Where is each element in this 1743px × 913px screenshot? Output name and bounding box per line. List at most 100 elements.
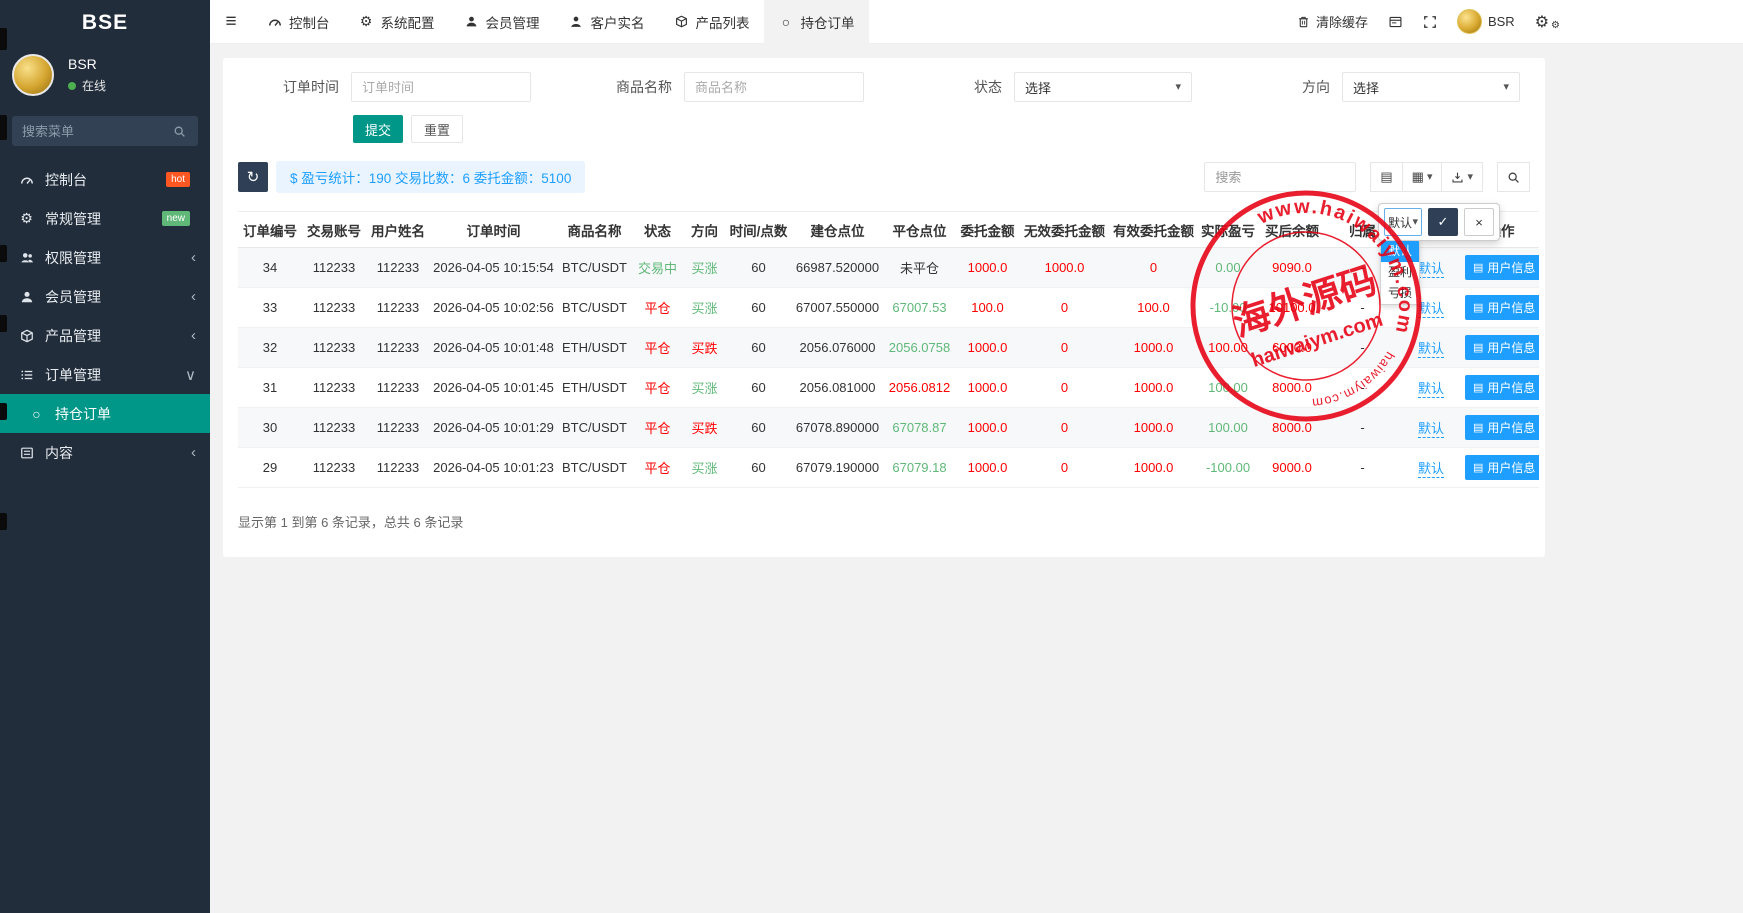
table-cell: 1000.0 (1109, 448, 1198, 488)
sidebar-item-general[interactable]: ⚙ 常规管理 new (0, 199, 210, 238)
export-button[interactable]: ▾ (1442, 162, 1483, 192)
table-cell: 2056.0812 (884, 368, 955, 408)
column-header[interactable]: 买后余额 (1258, 212, 1326, 248)
table-cell: BTC/USDT (557, 288, 632, 328)
sidebar-item-console[interactable]: 控制台 hot (0, 160, 210, 199)
table-cell: 8000.0 (1258, 408, 1326, 448)
clear-cache-button[interactable]: 清除缓存 (1297, 12, 1368, 31)
table-cell: 交易中 (632, 248, 683, 288)
table-search-input[interactable] (1204, 162, 1356, 192)
table-cell: 2026-04-05 10:01:45 (430, 368, 557, 408)
pagination-toggle-button[interactable]: ▤ (1370, 162, 1402, 192)
nav-tab-product-list[interactable]: 产品列表 (659, 0, 764, 44)
trash-icon (1297, 15, 1310, 29)
caret-down-icon: ▾ (1503, 82, 1509, 93)
hamburger-menu-icon[interactable]: ≡ (210, 11, 252, 33)
columns-button[interactable]: ▦▾ (1403, 162, 1443, 192)
editable-select[interactable]: 默认 ▾ (1384, 208, 1422, 236)
nav-tab-system-config[interactable]: ⚙ 系统配置 (344, 0, 449, 44)
sidebar-item-open-orders[interactable]: ○ 持仓订单 (0, 394, 210, 433)
nav-tab-console[interactable]: 控制台 (252, 0, 344, 44)
sidebar-search[interactable] (12, 116, 198, 146)
column-header[interactable]: 状态 (632, 212, 683, 248)
user-info-button[interactable]: ▤用户信息 (1465, 415, 1539, 440)
column-header[interactable]: 订单编号 (238, 212, 302, 248)
column-header[interactable]: 时间/点数 (726, 212, 791, 248)
direction-select[interactable]: 选择 ▾ (1342, 72, 1520, 102)
table-cell: 买涨 (683, 248, 726, 288)
reset-button[interactable]: 重置 (411, 115, 463, 143)
confirm-button[interactable]: ✓ (1428, 208, 1458, 236)
order-time-input[interactable] (351, 72, 531, 102)
orders-icon (18, 368, 35, 382)
user-info-button[interactable]: ▤用户信息 (1465, 255, 1539, 280)
sidebar-item-label: 会员管理 (45, 287, 191, 307)
topbar-user[interactable]: BSR (1457, 9, 1515, 34)
sidebar-item-content[interactable]: 内容 ‹ (0, 433, 210, 472)
table-cell: 100.0 (1109, 288, 1198, 328)
table-row: 291122331122332026-04-05 10:01:23BTC/USD… (238, 448, 1539, 488)
settings-icon[interactable]: ⚙⚙ (1535, 12, 1560, 32)
ownership-editable-link[interactable]: 默认 (1418, 261, 1444, 278)
sidebar-item-orders[interactable]: 订单管理 ∨ (0, 355, 210, 394)
sidebar-menu: 控制台 hot ⚙ 常规管理 new 权限管理 ‹ 会员管理 ‹ 产品管理 ‹ … (0, 160, 210, 472)
refresh-button[interactable]: ↻ (238, 162, 268, 192)
sidebar-item-products[interactable]: 产品管理 ‹ (0, 316, 210, 355)
sidebar-search-input[interactable] (22, 124, 171, 139)
user-panel[interactable]: BSR 在线 (0, 46, 210, 106)
column-header[interactable]: 平仓点位 (884, 212, 955, 248)
table-cell: 100.0 (955, 288, 1020, 328)
user-info-button[interactable]: ▤用户信息 (1465, 455, 1539, 480)
circle-icon: ○ (778, 14, 795, 30)
cancel-button[interactable]: × (1464, 208, 1494, 236)
nav-tab-open-orders[interactable]: ○ 持仓订单 (764, 0, 869, 44)
search-toggle-button[interactable] (1497, 162, 1530, 192)
column-header[interactable]: 实际盈亏 (1198, 212, 1258, 248)
column-header[interactable]: 交易账号 (302, 212, 366, 248)
panel-icon[interactable] (1388, 15, 1403, 29)
status-select[interactable]: 选择 ▾ (1014, 72, 1192, 102)
product-name-input[interactable] (684, 72, 864, 102)
list-icon: ▤ (1473, 461, 1483, 474)
column-header[interactable]: 有效委托金额 (1109, 212, 1198, 248)
select-option-default[interactable]: 默认 (1381, 241, 1419, 262)
select-option-profit[interactable]: 盈利 (1381, 262, 1419, 283)
column-header[interactable]: 订单时间 (430, 212, 557, 248)
nav-tab-kyc[interactable]: 客户实名 (554, 0, 659, 44)
ownership-editable-link[interactable]: 默认 (1418, 421, 1444, 438)
ownership-editable-link[interactable]: 默认 (1418, 381, 1444, 398)
table-cell: 112233 (302, 288, 366, 328)
submit-button[interactable]: 提交 (353, 115, 403, 143)
column-header[interactable]: 用户姓名 (366, 212, 430, 248)
topnav: 控制台 ⚙ 系统配置 会员管理 客户实名 产品列表 ○ 持仓订单 (252, 0, 869, 44)
table-cell: 1000.0 (955, 248, 1020, 288)
table-cell: 60 (726, 368, 791, 408)
user-info-button[interactable]: ▤用户信息 (1465, 295, 1539, 320)
column-header[interactable]: 方向 (683, 212, 726, 248)
column-header[interactable]: 商品名称 (557, 212, 632, 248)
table-cell: 1000.0 (1109, 408, 1198, 448)
nav-tab-members[interactable]: 会员管理 (449, 0, 554, 44)
user-info-button[interactable]: ▤用户信息 (1465, 375, 1539, 400)
column-header[interactable]: 建仓点位 (791, 212, 884, 248)
ownership-editable-link[interactable]: 默认 (1418, 461, 1444, 478)
gear-icon: ⚙ (18, 210, 35, 227)
sidebar-item-permissions[interactable]: 权限管理 ‹ (0, 238, 210, 277)
check-icon: ✓ (1438, 214, 1449, 229)
select-option-loss[interactable]: 亏损 (1381, 283, 1419, 304)
fullscreen-icon[interactable] (1423, 15, 1437, 29)
direction-label: 方向 (1302, 77, 1330, 97)
table-cell: 默认 (1399, 368, 1463, 408)
content-icon (18, 446, 35, 460)
column-header[interactable]: 委托金额 (955, 212, 1020, 248)
table-row: 301122331122332026-04-05 10:01:29BTC/USD… (238, 408, 1539, 448)
ownership-editable-link[interactable]: 默认 (1418, 341, 1444, 358)
ownership-editable-link[interactable]: 默认 (1418, 301, 1444, 318)
user-status: 在线 (68, 77, 106, 94)
table-cell: ▤用户信息 (1463, 368, 1539, 408)
table-cell: 100.00 (1198, 408, 1258, 448)
nav-tab-label: 控制台 (289, 12, 330, 32)
column-header[interactable]: 无效委托金额 (1020, 212, 1109, 248)
user-info-button[interactable]: ▤用户信息 (1465, 335, 1539, 360)
sidebar-item-members[interactable]: 会员管理 ‹ (0, 277, 210, 316)
